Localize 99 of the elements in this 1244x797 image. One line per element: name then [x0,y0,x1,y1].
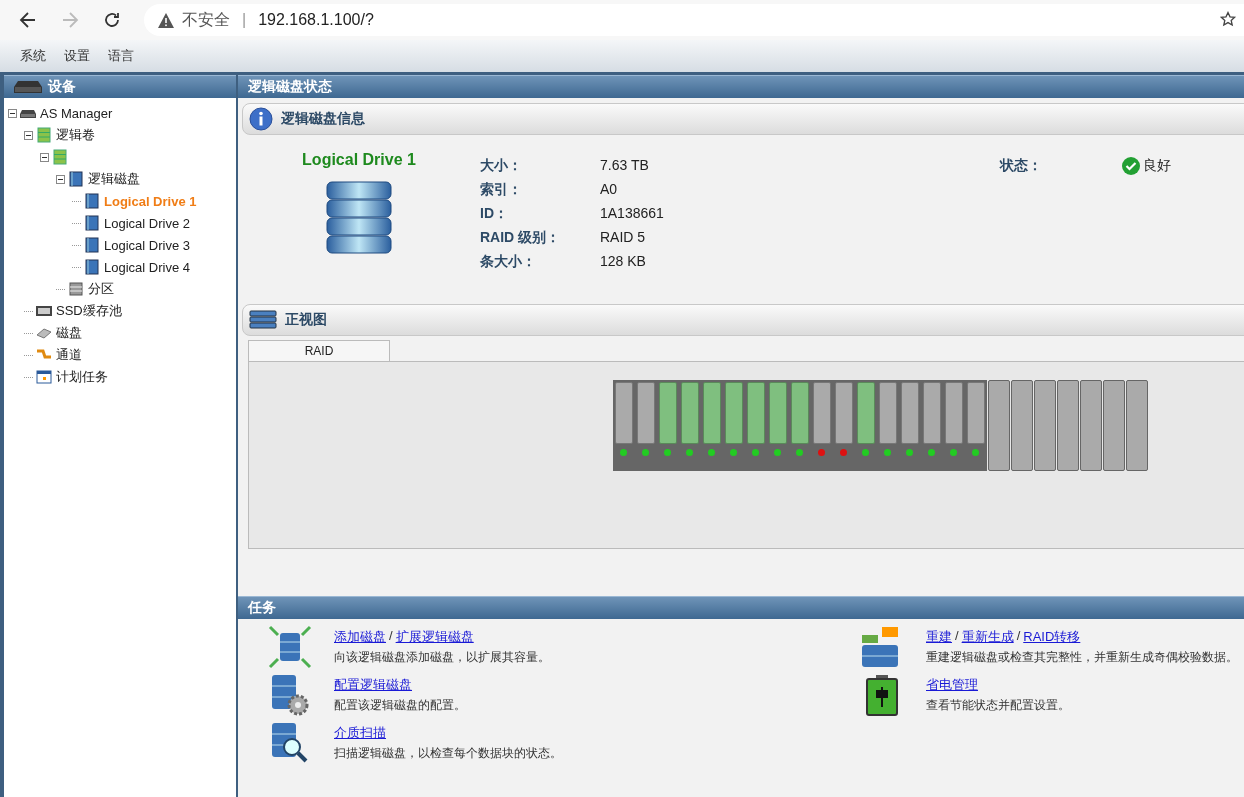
tree-item[interactable]: 磁盘 [55,323,83,343]
drive-bay[interactable] [832,380,855,471]
task-link[interactable]: 省电管理 [926,676,978,694]
drive-stack-icon [84,237,100,253]
drive-bay[interactable] [634,380,657,471]
drive-bay[interactable] [656,380,679,471]
drive-bay[interactable] [854,380,877,471]
menu-item[interactable]: 语言 [102,45,140,67]
drive-bay[interactable] [920,380,943,471]
task-link[interactable]: 配置逻辑磁盘 [334,676,412,694]
task-description: 扫描逻辑磁盘，以检查每个数据块的状态。 [334,745,562,762]
tree-item[interactable]: Logical Drive 2 [103,214,191,232]
tree-item[interactable]: 逻辑卷 [55,125,96,145]
drive-stack-icon [84,193,100,209]
sidebar-title: 设备 [48,78,76,96]
tree-item[interactable]: SSD缓存池 [55,301,123,321]
stack-icon [36,127,52,143]
empty-bay[interactable] [1056,380,1079,471]
menu-item[interactable]: 系统 [14,45,52,67]
expand-stack-icon [268,625,312,669]
content-title: 逻辑磁盘状态 [248,78,332,96]
tree-item[interactable]: Logical Drive 4 [103,258,191,276]
drive-stack-icon [84,259,100,275]
empty-bay[interactable] [1010,380,1033,471]
address-bar[interactable]: 不安全 | 192.168.1.100/? [144,4,1244,36]
section-title: 正视图 [285,311,327,329]
tree-item[interactable]: AS Manager [39,104,114,122]
field-value: 128 KB [600,253,647,271]
tree-item[interactable]: 逻辑磁盘 [87,169,141,189]
field-label: 索引： [480,181,523,199]
collapse-toggle-icon[interactable] [56,174,65,184]
drive-bay[interactable] [788,380,811,471]
empty-bay[interactable] [987,380,1010,471]
field-value: RAID 5 [600,229,647,247]
collapse-toggle-icon[interactable] [8,108,17,118]
partition-icon [68,281,84,297]
drive-stack-icon [326,181,392,255]
task-description: 向该逻辑磁盘添加磁盘，以扩展其容量。 [334,649,550,666]
status-value: 良好 [1143,157,1171,175]
drive-stack-icon [68,171,84,187]
security-label: 不安全 [182,9,230,30]
reload-icon[interactable] [102,10,122,30]
task-description: 重建逻辑磁盘或检查其完整性，并重新生成奇偶校验数据。 [926,649,1238,666]
drive-bay[interactable] [766,380,789,471]
task-link[interactable]: 介质扫描 [334,724,386,742]
tree-item[interactable]: 通道 [55,345,83,365]
drive-bay[interactable] [876,380,899,471]
drive-bay[interactable] [612,380,635,471]
field-value: 1A138661 [600,205,665,223]
task-link[interactable]: 添加磁盘 [334,628,386,646]
tasks-title: 任务 [248,599,276,617]
stack-icon [52,149,68,165]
task-description: 配置该逻辑磁盘的配置。 [334,697,466,714]
tab[interactable]: RAID [248,340,390,361]
drive-bay[interactable] [942,380,965,471]
info-icon [249,107,273,131]
link-separator: / [1016,628,1021,645]
drive-bay[interactable] [898,380,921,471]
link-separator: / [955,628,959,645]
address-separator: | [242,11,247,29]
task-link[interactable]: RAID转移 [1023,628,1081,646]
section-title: 逻辑磁盘信息 [281,110,365,128]
task-link[interactable]: 重新生成 [961,628,1014,646]
calendar-icon [36,369,52,385]
field-label: 条大小： [480,253,537,271]
drive-bay[interactable] [722,380,745,471]
collapse-toggle-icon[interactable] [40,152,49,162]
server-icon [14,80,42,94]
url-text: 192.168.1.100/? [258,11,374,29]
field-label: ID： [480,205,509,223]
field-label: 状态： [1000,157,1042,175]
drive-bay[interactable] [744,380,767,471]
drive-stack-icon [84,215,100,231]
link-separator: / [389,628,393,645]
drive-bay[interactable] [810,380,833,471]
field-label: RAID 级别： [480,229,562,247]
task-link[interactable]: 扩展逻辑磁盘 [395,628,474,646]
star-icon[interactable] [1220,11,1238,29]
warning-icon [158,12,174,28]
rack-icon [249,310,277,330]
field-value: A0 [600,181,619,199]
field-value: 7.63 TB [600,157,650,175]
empty-bay[interactable] [1033,380,1056,471]
task-link[interactable]: 重建 [926,628,952,646]
collapse-toggle-icon[interactable] [24,130,33,140]
drive-bay[interactable] [700,380,723,471]
empty-bay[interactable] [1079,380,1102,471]
empty-bay[interactable] [1102,380,1125,471]
menu-item[interactable]: 设置 [58,45,96,67]
tree-item[interactable]: 计划任务 [55,367,109,387]
field-label: 大小： [480,157,523,175]
back-icon[interactable] [18,10,38,30]
empty-bay[interactable] [1125,380,1148,471]
task-description: 查看节能状态并配置设置。 [926,697,1070,714]
drive-bay[interactable] [678,380,701,471]
tree-item[interactable]: 分区 [87,279,115,299]
drive-name: Logical Drive 1 [302,151,416,169]
tree-item[interactable]: Logical Drive 3 [103,236,191,254]
drive-bay[interactable] [964,380,987,471]
